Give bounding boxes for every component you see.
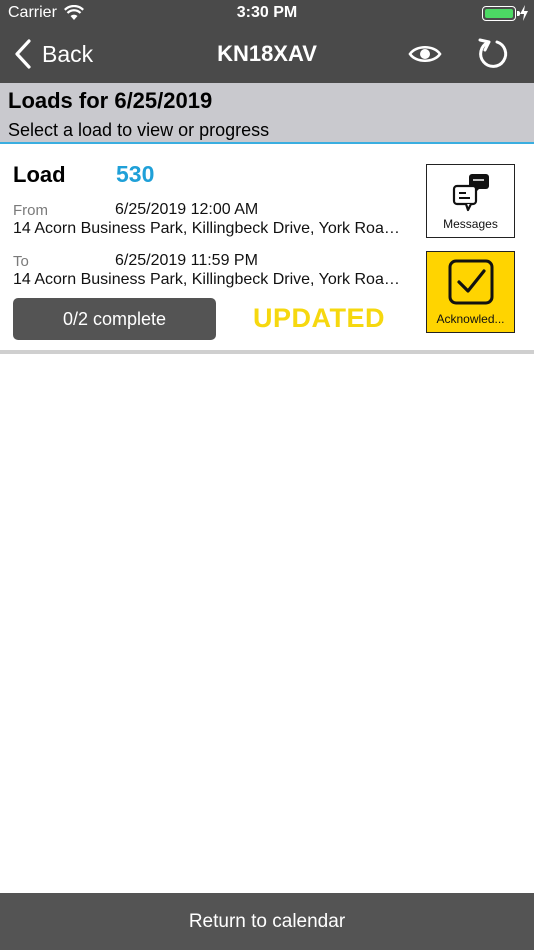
acknowledge-label: Acknowled...	[436, 312, 505, 326]
to-datetime: 6/25/2019 11:59 PM	[115, 252, 258, 269]
messages-button[interactable]: Messages	[426, 164, 515, 238]
loads-title: Loads for 6/25/2019	[8, 88, 213, 113]
return-to-calendar-button[interactable]: Return to calendar	[0, 893, 534, 950]
loads-subtitle: Select a load to view or progress	[8, 120, 270, 140]
load-number: 530	[116, 161, 155, 187]
charging-icon	[520, 5, 528, 21]
nav-bar: Back KN18XAV	[0, 28, 534, 83]
from-datetime: 6/25/2019 12:00 AM	[115, 201, 259, 218]
load-label: Load	[13, 162, 66, 187]
eye-icon[interactable]	[408, 40, 442, 68]
battery-icon	[482, 6, 520, 21]
status-bar: Carrier 3:30 PM	[0, 0, 534, 28]
return-to-calendar-label: Return to calendar	[188, 910, 346, 932]
checkbox-check-icon	[448, 259, 494, 305]
from-address: 14 Acorn Business Park, Killingbeck Driv…	[13, 220, 403, 237]
to-label: To	[13, 253, 29, 270]
load-card[interactable]: Load 530 From 6/25/2019 12:00 AM 14 Acor…	[0, 146, 534, 354]
status-badge: UPDATED	[253, 303, 386, 333]
refresh-icon[interactable]	[476, 37, 510, 71]
from-label: From	[13, 202, 48, 219]
to-address: 14 Acorn Business Park, Killingbeck Driv…	[13, 271, 403, 288]
clock: 3:30 PM	[236, 4, 298, 21]
acknowledge-button[interactable]: Acknowled...	[426, 251, 515, 333]
top-bar: Carrier 3:30 PM Back KN18XAV	[0, 0, 534, 83]
progress-button[interactable]: 0/2 complete	[13, 298, 216, 340]
page-title: KN18XAV	[217, 41, 317, 66]
messages-label: Messages	[443, 217, 498, 231]
messages-icon	[452, 174, 489, 212]
loads-header: Loads for 6/25/2019 Select a load to vie…	[0, 83, 534, 144]
